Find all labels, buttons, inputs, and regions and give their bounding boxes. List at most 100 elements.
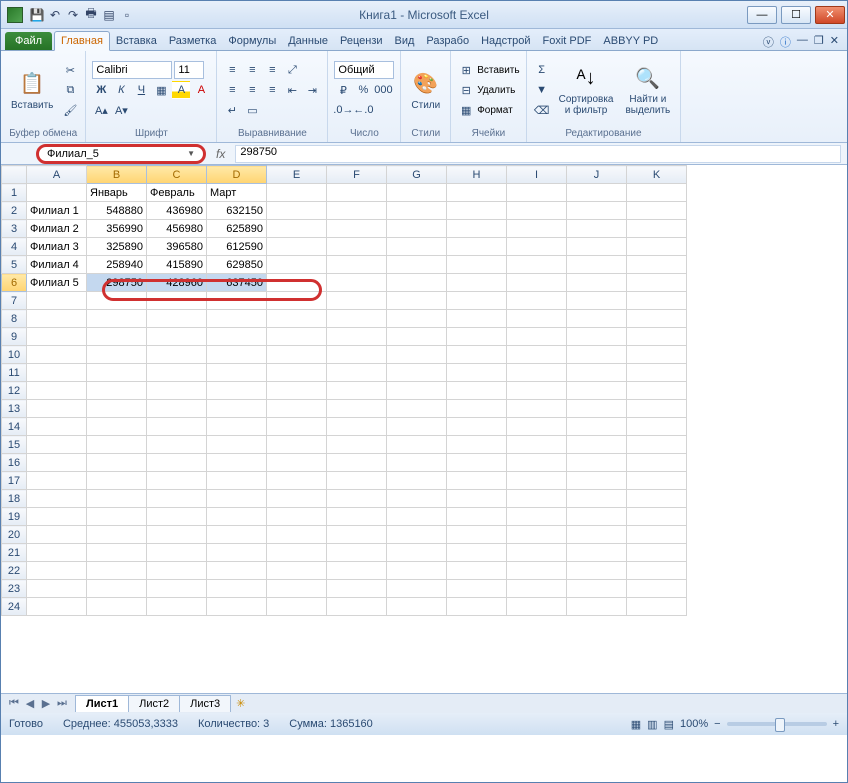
cell-J2[interactable]	[567, 202, 627, 220]
cell-G4[interactable]	[387, 238, 447, 256]
col-header-A[interactable]: A	[27, 166, 87, 184]
cell-E1[interactable]	[267, 184, 327, 202]
cell-J17[interactable]	[567, 472, 627, 490]
cell-F24[interactable]	[327, 598, 387, 616]
cell-E10[interactable]	[267, 346, 327, 364]
row-header-19[interactable]: 19	[2, 508, 27, 526]
cell-B6[interactable]: 298750	[87, 274, 147, 292]
cell-F6[interactable]	[327, 274, 387, 292]
cell-D8[interactable]	[207, 310, 267, 328]
comma-icon[interactable]: 000	[374, 81, 392, 99]
cell-D1[interactable]: Март	[207, 184, 267, 202]
row-header-9[interactable]: 9	[2, 328, 27, 346]
cell-D2[interactable]: 632150	[207, 202, 267, 220]
cell-I23[interactable]	[507, 580, 567, 598]
cell-E5[interactable]	[267, 256, 327, 274]
cell-J1[interactable]	[567, 184, 627, 202]
cell-B10[interactable]	[87, 346, 147, 364]
cell-E16[interactable]	[267, 454, 327, 472]
zoom-in-icon[interactable]: +	[833, 718, 839, 730]
row-header-12[interactable]: 12	[2, 382, 27, 400]
cell-K1[interactable]	[627, 184, 687, 202]
percent-icon[interactable]: %	[354, 81, 372, 99]
format-cells-icon[interactable]: ▦	[457, 101, 475, 119]
cell-F11[interactable]	[327, 364, 387, 382]
cell-H23[interactable]	[447, 580, 507, 598]
maximize-button[interactable]: ☐	[781, 6, 811, 24]
cell-H21[interactable]	[447, 544, 507, 562]
cell-E23[interactable]	[267, 580, 327, 598]
ribbon-tab-6[interactable]: Вид	[389, 32, 421, 50]
cell-I3[interactable]	[507, 220, 567, 238]
cell-K5[interactable]	[627, 256, 687, 274]
bold-button[interactable]: Ж	[92, 81, 110, 99]
row-header-22[interactable]: 22	[2, 562, 27, 580]
cell-B9[interactable]	[87, 328, 147, 346]
cell-H4[interactable]	[447, 238, 507, 256]
cell-G15[interactable]	[387, 436, 447, 454]
cell-G22[interactable]	[387, 562, 447, 580]
cell-A15[interactable]	[27, 436, 87, 454]
cell-B23[interactable]	[87, 580, 147, 598]
col-header-E[interactable]: E	[267, 166, 327, 184]
autosum-icon[interactable]: Σ	[533, 61, 551, 79]
cell-A8[interactable]	[27, 310, 87, 328]
cell-B16[interactable]	[87, 454, 147, 472]
ribbon-tab-2[interactable]: Разметка	[163, 32, 223, 50]
cell-H3[interactable]	[447, 220, 507, 238]
cell-K16[interactable]	[627, 454, 687, 472]
cell-H19[interactable]	[447, 508, 507, 526]
indent-increase-icon[interactable]: ⇥	[303, 81, 321, 99]
cell-A21[interactable]	[27, 544, 87, 562]
row-header-8[interactable]: 8	[2, 310, 27, 328]
ribbon-tab-10[interactable]: ABBYY PD	[597, 32, 664, 50]
mdi-close-icon[interactable]: ✕	[830, 34, 839, 50]
cell-H14[interactable]	[447, 418, 507, 436]
cell-A9[interactable]	[27, 328, 87, 346]
fill-icon[interactable]: ▼	[533, 81, 551, 99]
cell-C1[interactable]: Февраль	[147, 184, 207, 202]
cell-B18[interactable]	[87, 490, 147, 508]
insert-cells-icon[interactable]: ⊞	[457, 61, 475, 79]
cell-G14[interactable]	[387, 418, 447, 436]
cell-J15[interactable]	[567, 436, 627, 454]
cell-I10[interactable]	[507, 346, 567, 364]
cell-G11[interactable]	[387, 364, 447, 382]
cell-C22[interactable]	[147, 562, 207, 580]
cell-A7[interactable]	[27, 292, 87, 310]
cell-D17[interactable]	[207, 472, 267, 490]
cell-C13[interactable]	[147, 400, 207, 418]
cell-G19[interactable]	[387, 508, 447, 526]
cell-B3[interactable]: 356990	[87, 220, 147, 238]
cell-D20[interactable]	[207, 526, 267, 544]
cell-E17[interactable]	[267, 472, 327, 490]
cell-J16[interactable]	[567, 454, 627, 472]
row-header-5[interactable]: 5	[2, 256, 27, 274]
cell-H12[interactable]	[447, 382, 507, 400]
qat-print-icon[interactable]: 🖶	[83, 7, 99, 23]
cell-F23[interactable]	[327, 580, 387, 598]
cell-G12[interactable]	[387, 382, 447, 400]
underline-button[interactable]: Ч	[132, 81, 150, 99]
cell-H1[interactable]	[447, 184, 507, 202]
cell-J4[interactable]	[567, 238, 627, 256]
fx-icon[interactable]: fx	[216, 147, 225, 161]
cell-D21[interactable]	[207, 544, 267, 562]
cell-K6[interactable]	[627, 274, 687, 292]
cell-A5[interactable]: Филиал 4	[27, 256, 87, 274]
cell-A12[interactable]	[27, 382, 87, 400]
align-bottom-icon[interactable]: ≡	[263, 61, 281, 79]
cell-E18[interactable]	[267, 490, 327, 508]
cell-H17[interactable]	[447, 472, 507, 490]
cell-C12[interactable]	[147, 382, 207, 400]
cell-D16[interactable]	[207, 454, 267, 472]
cell-C10[interactable]	[147, 346, 207, 364]
cell-E14[interactable]	[267, 418, 327, 436]
cell-F15[interactable]	[327, 436, 387, 454]
cell-E24[interactable]	[267, 598, 327, 616]
increase-decimal-icon[interactable]: .0→	[334, 101, 352, 119]
row-header-14[interactable]: 14	[2, 418, 27, 436]
cell-B14[interactable]	[87, 418, 147, 436]
cell-A17[interactable]	[27, 472, 87, 490]
cell-E8[interactable]	[267, 310, 327, 328]
